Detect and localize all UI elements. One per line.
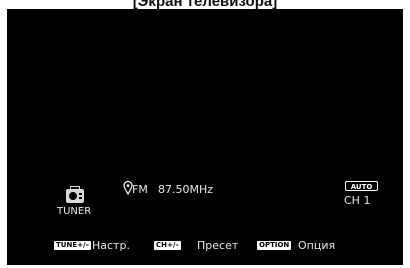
tune-action-label: Настр.: [92, 239, 130, 252]
option-key-badge: OPTION: [257, 241, 292, 250]
auto-mode-badge: AUTO: [345, 181, 378, 191]
source-label: TUNER: [57, 206, 92, 217]
channel-label: CH 1: [344, 194, 371, 207]
tune-key-badge: TUNE+/–: [54, 241, 92, 250]
option-action-label: Опция: [298, 239, 336, 252]
preset-action-label: Пресет: [197, 239, 239, 252]
tv-screen: TUNER FM 87.50MHz AUTO CH 1 TUNE+/– Наст…: [7, 9, 403, 265]
radio-icon: [66, 186, 84, 203]
band-name: FM: [132, 183, 148, 196]
frequency-readout: 87.50MHz: [158, 183, 214, 196]
channel-key-badge: CH+/–: [154, 241, 181, 250]
